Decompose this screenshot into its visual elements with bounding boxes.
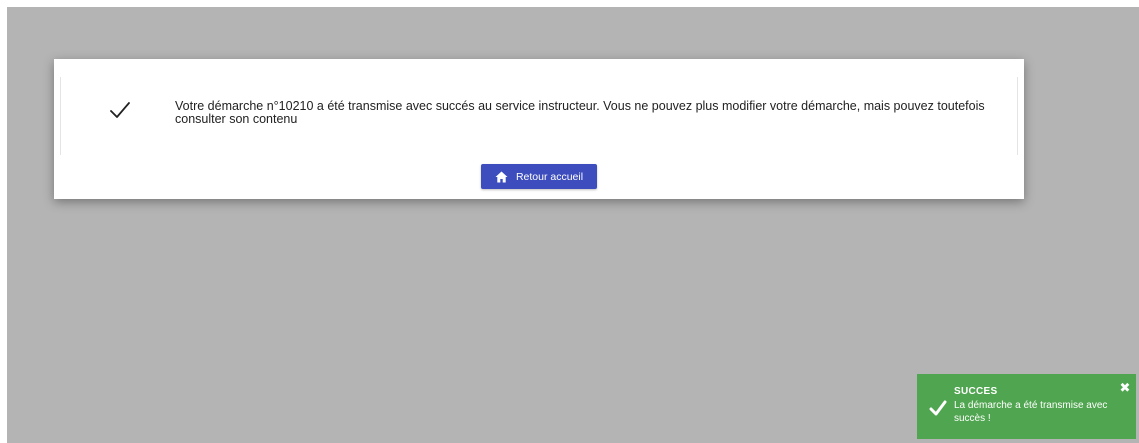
return-home-button[interactable]: Retour accueil (481, 164, 597, 189)
close-icon[interactable]: ✖ (1119, 381, 1131, 394)
success-toast: SUCCES La démarche a été transmise avec … (917, 374, 1136, 439)
checkmark-icon (110, 102, 130, 118)
message-block: Votre démarche n°10210 a été transmise a… (60, 77, 1018, 155)
toast-message: La démarche a été transmise avec succès … (954, 400, 1108, 424)
toast-title: SUCCES (954, 386, 998, 397)
checkmark-icon (929, 400, 947, 416)
confirmation-dialog: Votre démarche n°10210 a été transmise a… (54, 59, 1024, 199)
confirmation-message: Votre démarche n°10210 a été transmise a… (175, 99, 985, 126)
return-home-label: Retour accueil (515, 170, 584, 183)
home-icon (495, 171, 508, 182)
